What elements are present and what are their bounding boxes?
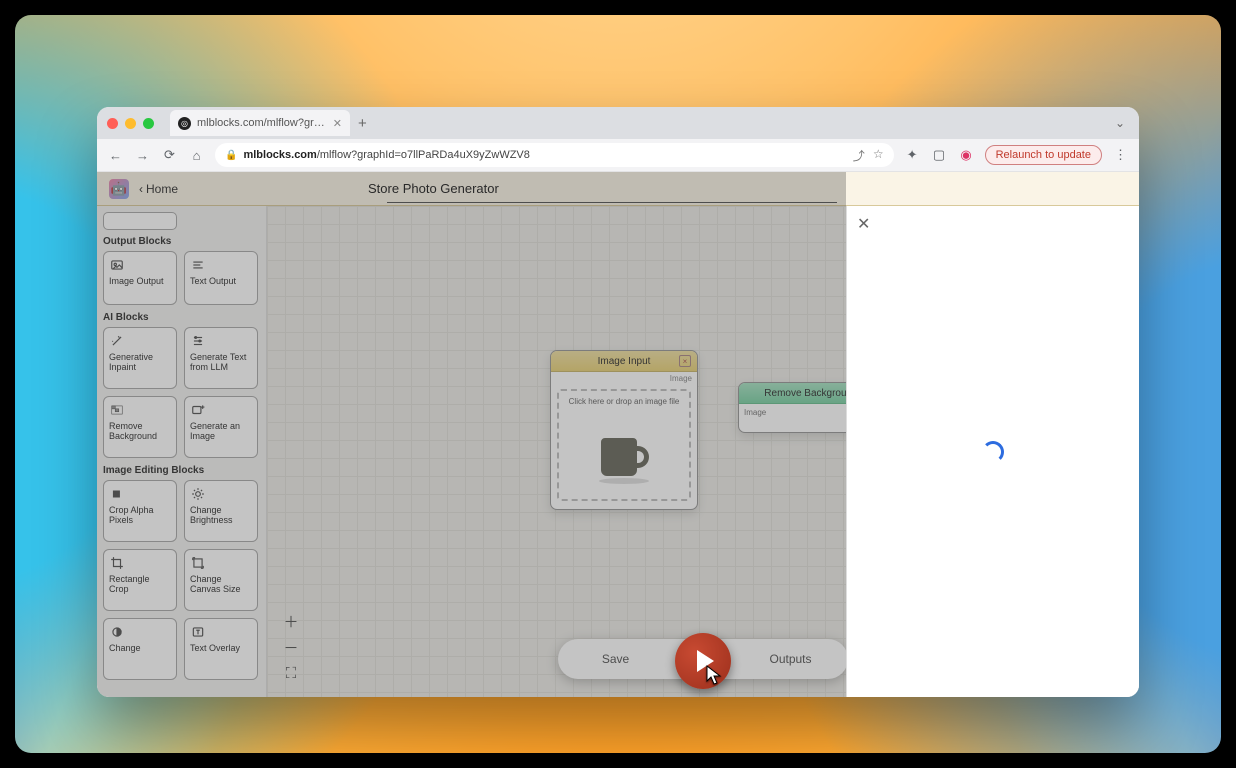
- tab-title: mlblocks.com/mlflow?graphi…: [197, 117, 327, 129]
- block-label: Change Brightness: [190, 505, 252, 526]
- block-label: Text Overlay: [190, 643, 252, 653]
- sun-icon: [190, 487, 206, 501]
- half-circle-icon: [109, 625, 125, 639]
- recording-icon[interactable]: ◉: [958, 147, 975, 164]
- block-image-output[interactable]: Image Output: [103, 251, 177, 305]
- zoom-in-button[interactable]: ＋: [281, 611, 301, 631]
- panel-close-button[interactable]: ✕: [857, 214, 870, 234]
- block-label: Rectangle Crop: [109, 574, 171, 595]
- title-underline: [387, 202, 837, 203]
- node-close-icon[interactable]: ×: [679, 355, 691, 367]
- block-change-canvas[interactable]: Change Canvas Size: [184, 549, 258, 611]
- block-label: Crop Alpha Pixels: [109, 505, 171, 526]
- text-box-icon: [190, 625, 206, 639]
- project-title[interactable]: Store Photo Generator: [368, 181, 499, 197]
- lock-icon: 🔒: [225, 150, 237, 161]
- share-icon[interactable]: ⤴: [853, 147, 865, 164]
- block-label: Text Output: [190, 276, 252, 286]
- block-label: Image Output: [109, 276, 171, 286]
- block-change-brightness[interactable]: Change Brightness: [184, 480, 258, 542]
- back-home-button[interactable]: ‹ Home: [139, 182, 178, 196]
- window-minimize-button[interactable]: [125, 118, 136, 129]
- checker-icon: [109, 403, 125, 417]
- node-port-in-label: Image: [744, 408, 766, 426]
- tabs-dropdown-icon[interactable]: ⌄: [1115, 116, 1125, 130]
- browser-toolbar: ← → ⟳ ⌂ 🔒 mlblocks.com/mlflow?graphId=o7…: [97, 139, 1139, 172]
- block-text-output[interactable]: Text Output: [184, 251, 258, 305]
- star-icon[interactable]: ☆: [873, 147, 884, 164]
- tab-favicon-icon: ◎: [178, 117, 191, 130]
- node-port-out-label: Image: [551, 372, 697, 385]
- desktop-wallpaper: ◎ mlblocks.com/mlflow?graphi… ✕ + ⌄ ← → …: [15, 15, 1221, 753]
- palette-section-output: Output Blocks: [103, 236, 260, 247]
- sliders-icon: [190, 334, 206, 348]
- loading-spinner-icon: [982, 441, 1004, 463]
- browser-menu-icon[interactable]: ⋮: [1112, 147, 1129, 164]
- window-zoom-button[interactable]: [143, 118, 154, 129]
- new-tab-button[interactable]: +: [358, 115, 367, 132]
- dropzone-caption: Click here or drop an image file: [569, 397, 680, 406]
- block-remove-background[interactable]: Remove Background: [103, 396, 177, 458]
- palette-section-ai: AI Blocks: [103, 312, 260, 323]
- zoom-fit-button[interactable]: ⛶: [281, 663, 301, 683]
- block-label: Change: [109, 643, 171, 653]
- image-dropzone[interactable]: Click here or drop an image file: [557, 389, 691, 501]
- node-title: Image Input: [569, 356, 679, 367]
- preview-image: [593, 416, 655, 484]
- browser-window: ◎ mlblocks.com/mlflow?graphi… ✕ + ⌄ ← → …: [97, 107, 1139, 697]
- block-change[interactable]: Change: [103, 618, 177, 680]
- block-label: Generative Inpaint: [109, 352, 171, 373]
- wand-icon: [109, 334, 125, 348]
- palette-collapsed-block[interactable]: [103, 212, 177, 230]
- app-header: 🤖 ‹ Home Store Photo Generator: [97, 172, 1139, 206]
- block-generate-image[interactable]: Generate an Image: [184, 396, 258, 458]
- url-text: mlblocks.com/mlflow?graphId=o7llPaRDa4uX…: [243, 149, 529, 161]
- crop-icon: [109, 556, 125, 570]
- nav-reload-button[interactable]: ⟳: [161, 147, 178, 164]
- zoom-out-button[interactable]: －: [281, 637, 301, 657]
- block-text-overlay[interactable]: Text Overlay: [184, 618, 258, 680]
- block-generative-inpaint[interactable]: Generative Inpaint: [103, 327, 177, 389]
- browser-tabstrip: ◎ mlblocks.com/mlflow?graphi… ✕ + ⌄: [97, 107, 1139, 139]
- image-icon: [109, 258, 125, 272]
- node-wires: [267, 206, 567, 356]
- app-logo-icon[interactable]: 🤖: [109, 179, 129, 199]
- outputs-button[interactable]: Outputs: [733, 652, 848, 666]
- block-label: Generate an Image: [190, 421, 252, 442]
- block-label: Remove Background: [109, 421, 171, 442]
- text-lines-icon: [190, 258, 206, 272]
- block-crop-alpha[interactable]: Crop Alpha Pixels: [103, 480, 177, 542]
- sidepanel-icon[interactable]: ▢: [931, 147, 948, 164]
- nav-home-button[interactable]: ⌂: [188, 147, 205, 164]
- block-rectangle-crop[interactable]: Rectangle Crop: [103, 549, 177, 611]
- block-label: Change Canvas Size: [190, 574, 252, 595]
- app-viewport: 🤖 ‹ Home Store Photo Generator Output Bl…: [97, 172, 1139, 697]
- window-close-button[interactable]: [107, 118, 118, 129]
- nav-back-button[interactable]: ←: [107, 147, 124, 164]
- palette-section-edit: Image Editing Blocks: [103, 465, 260, 476]
- run-button[interactable]: [675, 633, 731, 689]
- extensions-icon[interactable]: ✦: [904, 147, 921, 164]
- tab-close-icon[interactable]: ✕: [333, 117, 342, 130]
- save-button[interactable]: Save: [558, 652, 673, 666]
- nav-forward-button[interactable]: →: [134, 147, 151, 164]
- zoom-controls: ＋ － ⛶: [281, 611, 301, 683]
- block-label: Generate Text from LLM: [190, 352, 252, 373]
- node-image-input[interactable]: Image Input × Image Click here or drop a…: [550, 350, 698, 510]
- address-bar[interactable]: 🔒 mlblocks.com/mlflow?graphId=o7llPaRDa4…: [215, 143, 894, 167]
- block-generate-text-llm[interactable]: Generate Text from LLM: [184, 327, 258, 389]
- canvas-resize-icon: [190, 556, 206, 570]
- side-panel: ✕: [846, 206, 1139, 697]
- window-controls: [107, 118, 154, 129]
- relaunch-button[interactable]: Relaunch to update: [985, 145, 1102, 165]
- chevron-left-icon: ‹: [139, 182, 143, 196]
- play-icon: [697, 650, 714, 672]
- browser-tab[interactable]: ◎ mlblocks.com/mlflow?graphi… ✕: [170, 110, 350, 136]
- block-palette: Output Blocks Image Output Text Output A…: [97, 206, 267, 697]
- back-home-label: Home: [146, 182, 178, 196]
- img-plus-icon: [190, 403, 206, 417]
- square-solid-icon: [109, 487, 125, 501]
